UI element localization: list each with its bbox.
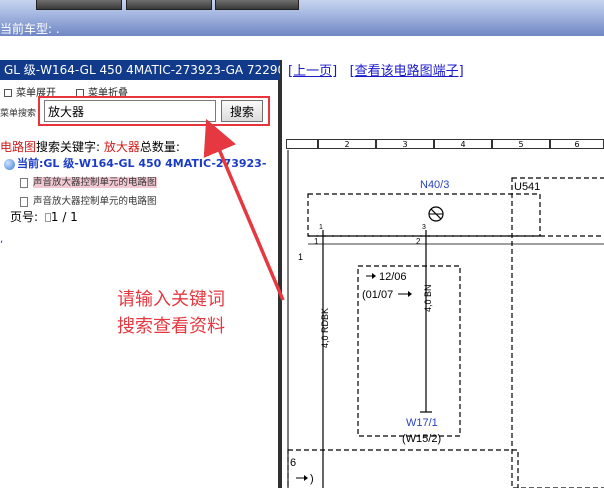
label-w15: (W15/2) bbox=[402, 433, 441, 445]
diagram-panel: [上一页] [查看该电路图端子] 2 3 4 5 6 N40/3 U541 1 … bbox=[286, 60, 604, 488]
view-terminals-link[interactable]: [查看该电路图端子] bbox=[350, 64, 464, 79]
label-pin-2: 2 bbox=[416, 237, 421, 246]
prev-page-link[interactable]: [上一页] bbox=[288, 64, 337, 79]
label-date-1: 12/06 bbox=[379, 271, 407, 283]
ruler-cell: 5 bbox=[492, 139, 550, 149]
component-box-u541 bbox=[511, 177, 604, 488]
label-bottom-paren: ) bbox=[310, 473, 314, 485]
diagram-nav: [上一页] [查看该电路图端子] bbox=[288, 60, 464, 79]
ruler-cell: 6 bbox=[550, 139, 604, 149]
label-wire-rdbk: 4,0 RDBK bbox=[320, 308, 330, 348]
ruler-cell: 3 bbox=[376, 139, 434, 149]
label-pin-1: 1 bbox=[314, 237, 319, 246]
ruler-cell: 4 bbox=[434, 139, 492, 149]
label-pin-top-1: 1 bbox=[319, 224, 323, 231]
label-date-2: (01/07 bbox=[362, 289, 393, 301]
label-pin-top-3: 3 bbox=[422, 224, 426, 231]
label-n40: N40/3 bbox=[420, 179, 449, 191]
label-w17: W17/1 bbox=[406, 417, 438, 429]
ruler-cell bbox=[286, 139, 318, 149]
label-u541: U541 bbox=[514, 181, 540, 193]
label-pin-left: 1 bbox=[298, 252, 303, 262]
ruler-cell: 2 bbox=[318, 139, 376, 149]
label-wire-bn: 4,0 BN bbox=[423, 284, 433, 312]
label-bottom-six: 6 bbox=[290, 457, 296, 469]
diagram-ruler: 2 3 4 5 6 bbox=[286, 139, 604, 150]
wiring-diagram: N40/3 U541 1 1 2 1 3 4,0 RDBK 4,0 BN 12/… bbox=[287, 150, 604, 488]
